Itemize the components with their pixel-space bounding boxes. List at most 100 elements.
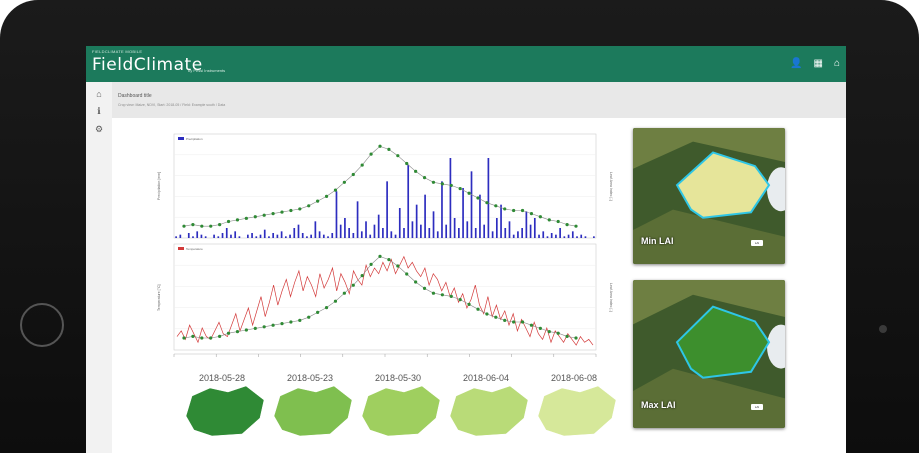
lai-point	[422, 176, 427, 180]
precip-bar	[225, 228, 228, 238]
precip-bar	[377, 214, 380, 238]
precip-bar	[407, 164, 410, 238]
home-icon[interactable]: ⌂	[86, 89, 112, 99]
satellite-label: Min LAI	[641, 236, 674, 246]
brand-kicker: FIELDCLIMATE MOBILE	[92, 49, 143, 54]
book-icon[interactable]: ▦	[814, 58, 823, 69]
lai-point	[191, 334, 195, 338]
lai-point	[378, 144, 382, 148]
satellite-card-min[interactable]: Min LAI LAI	[633, 128, 785, 264]
precip-bar	[251, 233, 253, 238]
precip-bar	[314, 221, 317, 238]
precip-bar	[504, 228, 507, 238]
precip-bar	[360, 231, 363, 238]
tablet-camera	[879, 325, 887, 333]
precip-bar	[555, 234, 557, 238]
lai-point	[467, 191, 471, 195]
precip-bar	[445, 224, 448, 238]
lai-point	[351, 172, 355, 177]
legend-label: Precipitation	[186, 137, 203, 141]
precip-bar	[293, 228, 296, 238]
precip-bar	[187, 233, 190, 238]
lai-point	[565, 223, 569, 227]
precip-bar	[331, 233, 334, 238]
precip-bar	[584, 236, 587, 238]
precip-bar	[593, 236, 595, 238]
lai-point	[298, 318, 302, 322]
precip-bar	[192, 236, 194, 238]
page-title: Dashboard title	[118, 93, 152, 99]
lai-point	[431, 291, 436, 295]
precip-bar	[284, 236, 287, 238]
precip-bar	[390, 231, 393, 238]
gear-icon[interactable]: ⚙	[86, 124, 112, 135]
lai-point	[324, 194, 329, 198]
lai-point	[244, 216, 248, 220]
precip-bar	[563, 236, 566, 238]
lai-point	[253, 326, 257, 330]
lai-point	[262, 325, 266, 329]
precip-bar	[449, 158, 452, 238]
lai-point	[422, 286, 427, 290]
precip-bar	[398, 208, 401, 238]
ndvi-thumbnail	[185, 385, 265, 437]
app-screen: FIELDCLIMATE MOBILE FieldClimate by Pess…	[86, 46, 846, 453]
tablet-frame: FIELDCLIMATE MOBILE FieldClimate by Pess…	[0, 0, 919, 453]
precip-bar	[200, 234, 203, 238]
lai-point	[458, 298, 462, 302]
satellite-card-max[interactable]: Max LAI LAI	[633, 280, 785, 428]
precip-bar	[276, 234, 279, 238]
precip-bar	[428, 228, 431, 238]
precip-bar	[542, 231, 545, 238]
ndvi-thumbnail	[361, 385, 441, 437]
precip-bar	[580, 234, 583, 238]
precip-bar	[179, 234, 182, 238]
lai-point	[449, 183, 453, 188]
lai-point	[182, 224, 186, 228]
tablet-home-button[interactable]	[20, 303, 64, 347]
lai-point	[209, 336, 213, 340]
y2-axis-label: Leaf Area Index [-]	[609, 172, 613, 201]
precip-bar	[234, 231, 237, 238]
lai-point	[351, 283, 355, 287]
lai-point	[316, 310, 320, 314]
precip-bar	[508, 221, 511, 238]
lai-point	[405, 161, 409, 166]
user-icon[interactable]: 👤	[790, 58, 802, 69]
precip-bar	[559, 228, 561, 238]
precip-bar	[175, 236, 177, 238]
lai-point	[494, 204, 498, 208]
y2-axis-label: Leaf Area Index [-]	[609, 283, 613, 312]
lai-point	[280, 210, 284, 214]
lai-point	[333, 299, 338, 303]
precip-bar	[356, 201, 359, 238]
lai-point	[494, 315, 498, 319]
lai-point	[574, 224, 578, 228]
ndvi-thumbnail	[537, 385, 617, 437]
precip-bar	[280, 231, 283, 238]
precip-bar	[217, 236, 220, 238]
lai-point	[405, 272, 409, 276]
lai-point	[556, 331, 560, 335]
precip-bar	[453, 218, 456, 238]
lai-point	[298, 207, 302, 211]
precip-bar	[420, 224, 422, 238]
timeline-date: 2018-05-23	[287, 373, 333, 383]
lai-point	[218, 223, 222, 227]
precip-bar	[415, 204, 418, 238]
precip-bar	[196, 231, 199, 238]
lai-point	[369, 262, 373, 266]
lai-point	[574, 336, 578, 340]
precip-bar	[533, 218, 536, 238]
lai-point	[360, 163, 364, 167]
precip-bar	[255, 236, 258, 238]
precip-bar	[306, 236, 308, 238]
lai-point	[360, 274, 364, 278]
precip-bar	[297, 224, 300, 238]
info-icon[interactable]: ℹ	[86, 106, 112, 117]
lai-point	[271, 212, 275, 216]
lai-point	[520, 208, 525, 213]
brand-logo[interactable]: FieldClimate	[92, 55, 203, 75]
lai-point	[342, 291, 346, 295]
home-icon[interactable]: ⌂	[834, 58, 840, 69]
